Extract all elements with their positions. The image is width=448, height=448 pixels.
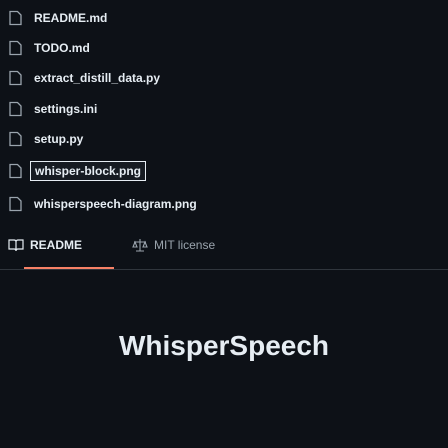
file-icon: [9, 131, 22, 147]
file-name[interactable]: whisperspeech-diagram.png: [34, 197, 197, 211]
readme-title: WhisperSpeech: [118, 330, 330, 361]
file-row-readme[interactable]: README.md: [0, 4, 448, 32]
file-icon: [9, 196, 22, 212]
book-icon: [8, 238, 24, 252]
file-row-todo[interactable]: TODO.md: [0, 34, 448, 62]
tab-license[interactable]: MIT license: [132, 230, 215, 260]
file-row-whisperspeech-diagram[interactable]: whisperspeech-diagram.png: [0, 190, 448, 218]
file-name[interactable]: extract_distill_data.py: [34, 71, 160, 85]
file-row-whisper-block[interactable]: whisper-block.png: [0, 157, 448, 185]
file-row-settings[interactable]: settings.ini: [0, 95, 448, 123]
file-name-highlighted[interactable]: whisper-block.png: [30, 161, 147, 181]
file-row-setup[interactable]: setup.py: [0, 125, 448, 153]
file-icon: [9, 70, 22, 86]
tab-readme-label: README: [30, 238, 83, 252]
file-icon: [9, 101, 22, 117]
file-icon: [9, 163, 22, 179]
file-name[interactable]: settings.ini: [34, 102, 97, 116]
file-icon: [9, 40, 22, 56]
law-icon: [132, 238, 148, 252]
tab-readme[interactable]: README: [8, 230, 82, 260]
file-row-extract-distill-data[interactable]: extract_distill_data.py: [0, 64, 448, 92]
file-name[interactable]: README.md: [34, 11, 107, 25]
readme-tabs: README MIT license: [0, 230, 448, 270]
file-name[interactable]: setup.py: [34, 132, 83, 146]
file-name[interactable]: TODO.md: [34, 41, 90, 55]
tab-license-label: MIT license: [154, 238, 216, 252]
tabs-divider: [0, 269, 448, 270]
file-icon: [9, 10, 22, 26]
